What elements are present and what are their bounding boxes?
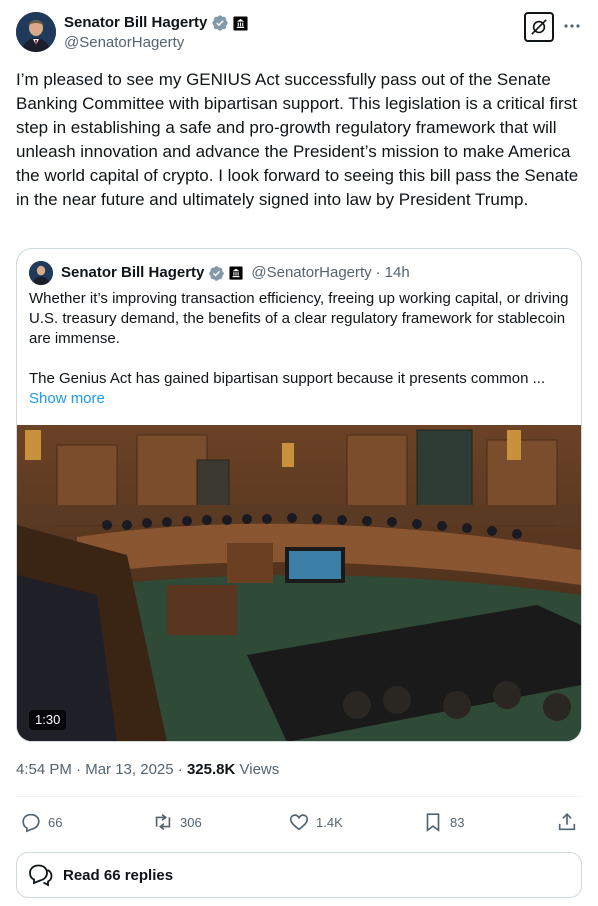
tweet-text: I’m pleased to see my GENIUS Act success… xyxy=(16,70,583,209)
reply-icon xyxy=(22,813,40,833)
author-avatar[interactable] xyxy=(16,12,56,52)
verified-badge-icon[interactable] xyxy=(211,14,229,32)
meta-separator: · xyxy=(375,264,381,281)
like-icon xyxy=(289,814,309,831)
quoted-author-handle: @SenatorHagerty xyxy=(251,264,372,281)
share-icon xyxy=(558,813,576,831)
action-bar: 66 306 1.4K 83 xyxy=(16,808,582,836)
reply-count: 66 xyxy=(48,814,63,830)
author-name[interactable]: Senator Bill Hagerty xyxy=(64,13,207,33)
verified-badge-icon xyxy=(208,265,225,282)
divider xyxy=(16,796,582,797)
government-badge-icon xyxy=(229,266,243,280)
repost-count: 306 xyxy=(180,814,202,830)
repost-icon xyxy=(155,814,171,830)
bookmark-icon xyxy=(426,813,440,832)
more-icon[interactable] xyxy=(562,16,582,36)
video-duration: 1:30 xyxy=(29,710,67,730)
author-handle[interactable]: @SenatorHagerty xyxy=(64,33,184,53)
government-badge-icon[interactable] xyxy=(233,15,248,31)
quoted-tweet[interactable]: Senator Bill Hagerty @SenatorHagerty · 1… xyxy=(16,248,582,742)
tweet-meta: 4:54 PM · Mar 13, 2025 · 325.8K Views xyxy=(16,760,279,780)
meta-separator: · xyxy=(177,761,183,778)
quoted-author-avatar xyxy=(29,261,53,285)
replies-bubble-icon xyxy=(29,864,53,887)
show-more-link[interactable]: Show more xyxy=(29,389,105,409)
like-button[interactable]: 1.4K xyxy=(288,808,343,836)
read-replies-button[interactable]: Read 66 replies xyxy=(16,852,582,898)
quoted-text: Whether it’s improving transaction effic… xyxy=(29,290,569,387)
meta-separator: · xyxy=(76,761,82,778)
views-label: Views xyxy=(239,761,280,778)
reply-button[interactable]: 66 xyxy=(20,808,62,836)
video-thumbnail xyxy=(17,425,581,741)
video-player[interactable]: 1:30 xyxy=(17,425,581,741)
tweet-header: Senator Bill Hagerty @SenatorHagerty xyxy=(16,12,582,54)
views-count: 325.8K xyxy=(186,761,236,778)
grok-icon[interactable] xyxy=(524,12,554,42)
like-count: 1.4K xyxy=(316,814,343,830)
bookmark-count: 83 xyxy=(450,814,465,830)
tweet-time[interactable]: 4:54 PM xyxy=(16,761,72,778)
quoted-author-name: Senator Bill Hagerty xyxy=(61,264,205,281)
share-button[interactable] xyxy=(556,808,578,836)
tweet-date[interactable]: Mar 13, 2025 xyxy=(85,761,173,778)
quoted-time: 14h xyxy=(384,264,410,281)
repost-button[interactable]: 306 xyxy=(152,808,202,836)
bookmark-button[interactable]: 83 xyxy=(422,808,464,836)
read-replies-label: Read 66 replies xyxy=(63,866,174,884)
